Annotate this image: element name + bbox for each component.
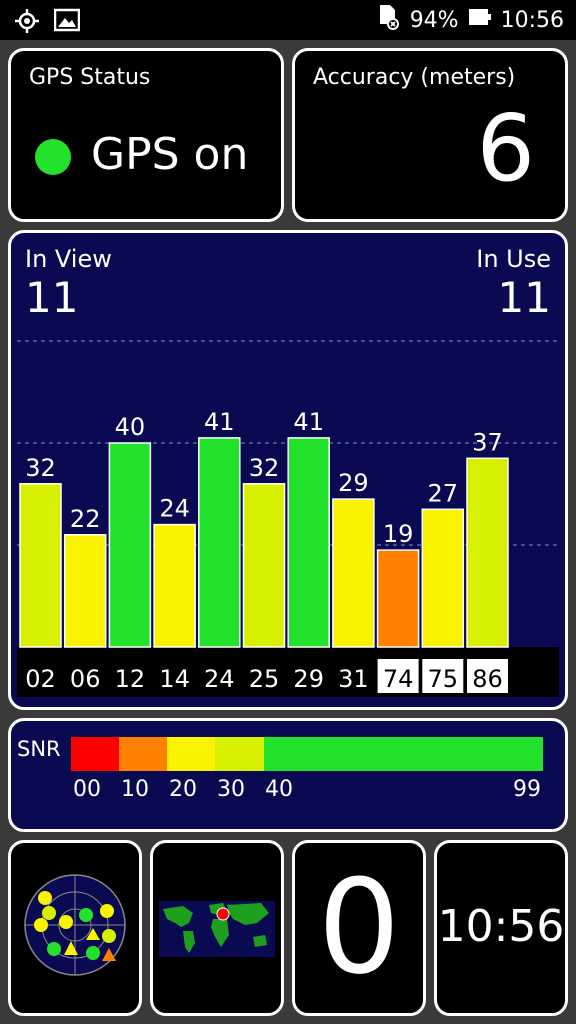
snr-bar bbox=[421, 508, 465, 648]
satellite-id-label: 14 bbox=[159, 665, 190, 693]
snr-color-scale bbox=[71, 737, 543, 771]
snr-value-label: 29 bbox=[338, 469, 369, 497]
snr-bar bbox=[376, 549, 420, 648]
satellite-id-label: 74 bbox=[383, 665, 414, 693]
snr-tick-label: 20 bbox=[169, 777, 197, 802]
gps-crosshair-icon bbox=[14, 8, 40, 38]
snr-bar bbox=[63, 534, 107, 648]
satellite-id-label: 06 bbox=[70, 665, 101, 693]
zero-value: 0 bbox=[317, 851, 401, 1003]
accuracy-card[interactable]: Accuracy (meters) 6 bbox=[292, 48, 568, 222]
snr-value-label: 24 bbox=[159, 495, 190, 523]
satellite-radar-icon bbox=[24, 874, 126, 976]
snr-bar bbox=[198, 437, 241, 648]
snr-bar bbox=[287, 437, 330, 648]
snr-legend-card[interactable]: SNR 00 10 20 30 40 99 bbox=[8, 718, 568, 832]
snr-scale-segment bbox=[71, 737, 120, 771]
satellite-id-label: 75 bbox=[428, 665, 459, 693]
gps-status-indicator-icon bbox=[35, 139, 71, 175]
gps-status-card[interactable]: GPS Status GPS on bbox=[8, 48, 284, 222]
snr-value-label: 27 bbox=[428, 479, 459, 507]
snr-bar bbox=[242, 483, 286, 648]
snr-bar bbox=[19, 483, 62, 648]
image-icon bbox=[53, 8, 81, 38]
accuracy-value: 6 bbox=[476, 95, 535, 202]
satellite-id-label: 02 bbox=[25, 665, 56, 693]
snr-tick-label: 10 bbox=[121, 777, 149, 802]
satellite-id-label: 12 bbox=[115, 665, 146, 693]
status-bar: 94% 10:56 bbox=[0, 0, 576, 40]
snr-value-label: 19 bbox=[383, 520, 414, 548]
sd-card-icon bbox=[376, 4, 400, 36]
snr-value-label: 32 bbox=[25, 454, 56, 482]
map-tile[interactable] bbox=[150, 840, 284, 1016]
snr-bar bbox=[108, 442, 152, 648]
accuracy-title: Accuracy (meters) bbox=[313, 65, 516, 90]
snr-scale-segment bbox=[263, 737, 543, 771]
satellite-chart-card[interactable]: In View 11 In Use 11 32 02 22 06 40 12 24 14 41 2… bbox=[8, 230, 568, 710]
battery-percent: 94% bbox=[409, 7, 459, 33]
snr-bar bbox=[332, 498, 375, 648]
clock-tile-time: 10:56 bbox=[437, 901, 565, 952]
snr-scale-segment bbox=[215, 737, 264, 771]
snr-value-label: 41 bbox=[204, 408, 235, 436]
battery-icon bbox=[468, 6, 491, 34]
satellite-id-label: 24 bbox=[204, 665, 235, 693]
snr-bar-chart: 32 02 22 06 40 12 24 14 41 24 32 25 41 29 29 31 19 74 27 75… bbox=[17, 340, 559, 697]
world-map-icon bbox=[159, 901, 275, 957]
snr-tick-label: 30 bbox=[217, 777, 245, 802]
zero-tile[interactable]: 0 bbox=[292, 840, 426, 1016]
clock-tile[interactable]: 10:56 bbox=[434, 840, 568, 1016]
satellite-id-label: 25 bbox=[249, 665, 280, 693]
satellite-id-label: 86 bbox=[472, 665, 503, 693]
satellite-id-label: 31 bbox=[338, 665, 369, 693]
snr-tick-label: 99 bbox=[513, 777, 541, 802]
snr-bar bbox=[466, 457, 509, 648]
clock: 10:56 bbox=[500, 7, 564, 33]
snr-scale-segment bbox=[167, 737, 216, 771]
snr-value-label: 41 bbox=[293, 408, 324, 436]
radar-tile[interactable] bbox=[8, 840, 142, 1016]
gps-status-title: GPS Status bbox=[29, 65, 151, 90]
snr-value-label: 37 bbox=[472, 428, 503, 456]
snr-value-label: 32 bbox=[249, 454, 280, 482]
snr-value-label: 40 bbox=[115, 413, 146, 441]
gps-status-text: GPS on bbox=[91, 129, 249, 180]
snr-tick-label: 40 bbox=[265, 777, 293, 802]
snr-value-label: 22 bbox=[70, 505, 101, 533]
snr-scale-segment bbox=[119, 737, 168, 771]
snr-tick-label: 00 bbox=[73, 777, 101, 802]
snr-bar bbox=[153, 523, 196, 648]
snr-label: SNR bbox=[17, 737, 61, 761]
satellite-id-label: 29 bbox=[293, 665, 324, 693]
